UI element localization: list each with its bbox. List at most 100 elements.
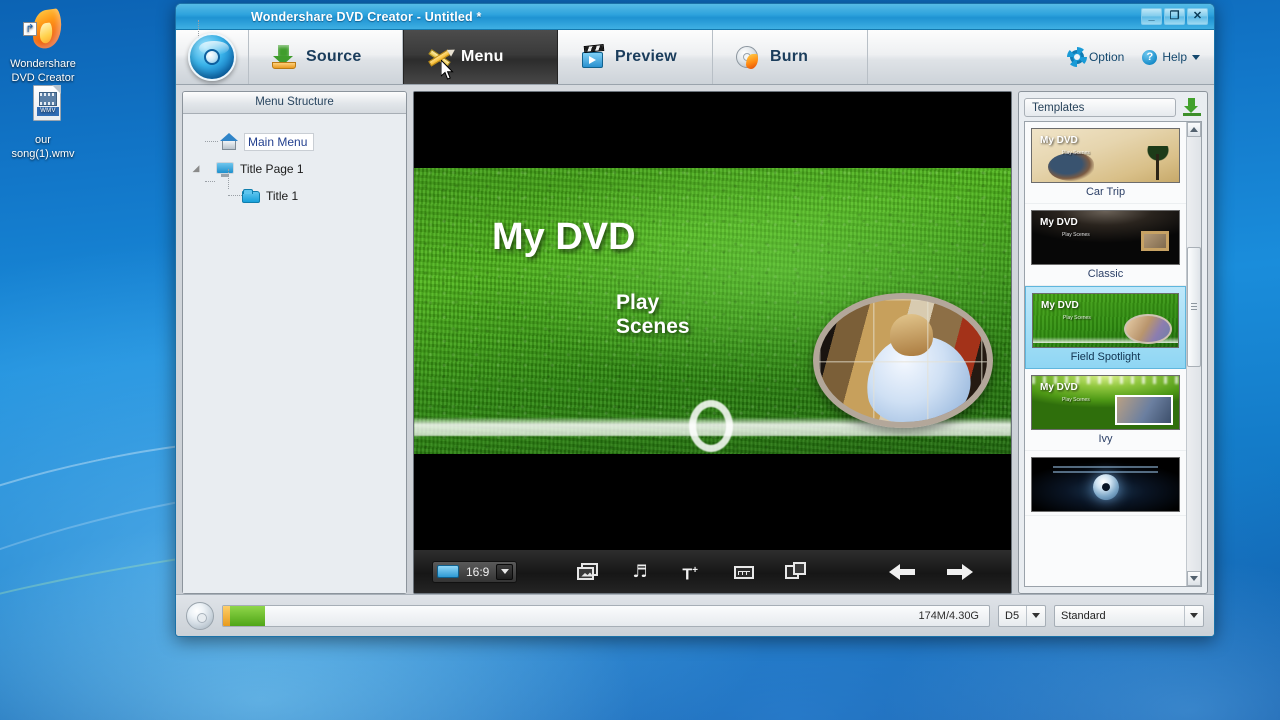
- app-logo: [176, 30, 248, 84]
- disc-type-select[interactable]: D5: [998, 604, 1046, 627]
- template-item-field-spotlight[interactable]: My DVD Play Scenes Field Spotlight: [1025, 286, 1186, 369]
- home-icon: [219, 132, 239, 151]
- tree-item-title-1[interactable]: Title 1: [183, 169, 406, 209]
- window-title: Wondershare DVD Creator - Untitled *: [251, 9, 482, 24]
- thumbnail-subtitle: Play Scenes: [1062, 232, 1090, 238]
- option-label: Option: [1088, 50, 1125, 64]
- minimize-button[interactable]: _: [1141, 8, 1162, 25]
- background-image-icon[interactable]: [577, 562, 599, 582]
- aspect-ratio-value: 16:9: [466, 564, 490, 579]
- tree-item-title-page-1[interactable]: ◢ Title Page 1: [183, 155, 406, 182]
- scrollbar-thumb[interactable]: [1187, 247, 1201, 367]
- arrow-right-icon[interactable]: [947, 563, 973, 580]
- desktop-icon-label-line1: Wondershare: [10, 58, 76, 70]
- add-thumbnail-icon[interactable]: [785, 561, 807, 582]
- thumbnail-subtitle: Play Scenes: [1062, 397, 1090, 403]
- toolbar-right-actions: Option ? Help: [1066, 30, 1214, 84]
- aspect-ratio-selector[interactable]: 16:9: [432, 560, 518, 583]
- collapse-triangle-icon[interactable]: ◢: [187, 163, 205, 174]
- tab-source[interactable]: Source: [248, 30, 403, 84]
- thumbnail-title: My DVD: [1040, 382, 1078, 393]
- quality-select[interactable]: Standard: [1054, 604, 1204, 627]
- tree-item-label: Title Page 1: [240, 161, 304, 176]
- dvd-title-text[interactable]: My DVD: [492, 216, 636, 259]
- menu-canvas[interactable]: My DVD Play Scenes: [414, 92, 1011, 549]
- template-thumbnail: My DVD Play Scenes: [1032, 293, 1179, 348]
- menu-structure-header: Menu Structure: [183, 92, 406, 114]
- screen-icon: [437, 565, 459, 578]
- template-name: Ivy: [1098, 433, 1113, 445]
- gear-icon: [1066, 47, 1087, 67]
- dvd-button-play[interactable]: Play: [616, 291, 659, 315]
- scroll-down-icon[interactable]: [1187, 571, 1201, 586]
- help-button[interactable]: ? Help: [1142, 49, 1200, 65]
- option-button[interactable]: Option: [1066, 47, 1125, 67]
- chevron-down-icon[interactable]: [1026, 605, 1045, 626]
- canvas-toolbar: 16:9 ♬ T+: [414, 549, 1011, 593]
- desktop-icon-wmv-file[interactable]: WMV our song(1).wmv: [0, 84, 98, 161]
- templates-panel: Templates My DVD Play Scenes Car Trip My…: [1018, 91, 1208, 594]
- template-item-car-trip[interactable]: My DVD Play Scenes Car Trip: [1025, 122, 1186, 204]
- templates-scrollbar[interactable]: [1186, 122, 1201, 586]
- desktop-icon-dvd-creator[interactable]: ↱ Wondershare DVD Creator: [0, 8, 98, 85]
- folder-icon: [241, 187, 261, 205]
- help-label: Help: [1162, 50, 1187, 64]
- tab-menu-label: Menu: [461, 48, 504, 65]
- template-name: Car Trip: [1085, 186, 1126, 198]
- tab-menu[interactable]: Menu: [403, 30, 558, 84]
- desktop-icon-label-line2: song(1).wmv: [11, 148, 75, 160]
- video-thumbnail-oval[interactable]: [813, 293, 993, 428]
- tab-preview-label: Preview: [615, 48, 677, 65]
- music-note-icon[interactable]: ♬: [629, 562, 651, 582]
- chevron-down-icon[interactable]: [1184, 605, 1203, 626]
- dvd-button-scenes[interactable]: Scenes: [616, 315, 690, 339]
- tab-burn[interactable]: Burn: [713, 30, 868, 84]
- wondershare-disc-logo: [188, 33, 236, 81]
- arrow-left-icon[interactable]: [889, 563, 915, 580]
- menu-structure-panel: Menu Structure Main Menu ◢ Title Page 1 …: [182, 20, 407, 594]
- tab-source-label: Source: [306, 48, 362, 65]
- templates-title: Templates: [1024, 97, 1176, 117]
- window-controls: _ ❐ ✕: [1141, 8, 1208, 25]
- capacity-text: 174M/4.30G: [918, 609, 979, 622]
- wmv-badge: WMV: [37, 107, 59, 116]
- template-item-classic[interactable]: My DVD Play Scenes Classic: [1025, 204, 1186, 286]
- disc-flame-icon: [735, 44, 761, 70]
- wmv-file-icon: WMV: [20, 84, 66, 130]
- template-thumbnail: My DVD Play Scenes: [1031, 210, 1180, 265]
- tree-item-main-menu[interactable]: Main Menu: [183, 128, 406, 155]
- thumbnail-subtitle: Play Scenes: [1063, 315, 1091, 321]
- button-layout-icon[interactable]: [733, 562, 755, 582]
- template-thumbnail: [1031, 457, 1180, 512]
- thumbnail-subtitle: Play Scenes: [1062, 150, 1090, 156]
- thumbnail-title: My DVD: [1040, 135, 1078, 146]
- status-bar: 174M/4.30G D5 Standard: [176, 594, 1214, 636]
- menu-preview-panel: My DVD Play Scenes 16:9 ♬ T+: [413, 91, 1012, 594]
- quality-value: Standard: [1061, 609, 1106, 622]
- monitor-icon: [215, 160, 235, 178]
- template-thumbnail: My DVD Play Scenes: [1031, 375, 1180, 430]
- templates-header: Templates: [1019, 92, 1207, 121]
- scroll-up-icon[interactable]: [1187, 122, 1201, 137]
- close-button[interactable]: ✕: [1187, 8, 1208, 25]
- field-center-circle: [688, 400, 733, 452]
- download-templates-icon[interactable]: [1182, 97, 1202, 117]
- template-item-disc[interactable]: [1025, 451, 1186, 516]
- tab-preview[interactable]: Preview: [558, 30, 713, 84]
- template-thumbnail: My DVD Play Scenes: [1031, 128, 1180, 183]
- capacity-fill: [223, 605, 265, 626]
- aspect-ratio-dropdown-arrow[interactable]: [496, 563, 514, 580]
- desktop-icon-label-line1: our: [35, 134, 51, 146]
- maximize-button[interactable]: ❐: [1164, 8, 1185, 25]
- download-arrow-icon: [271, 44, 297, 70]
- application-window: Wondershare DVD Creator - Untitled * _ ❐…: [175, 3, 1215, 637]
- chevron-down-icon: [1192, 54, 1200, 60]
- desktop: ↱ Wondershare DVD Creator WMV our song(1…: [0, 0, 1280, 720]
- main-toolbar: Source Menu Preview Burn Option ? Help: [176, 30, 1214, 85]
- template-item-ivy[interactable]: My DVD Play Scenes Ivy: [1025, 369, 1186, 451]
- scrollbar-track[interactable]: [1187, 137, 1201, 571]
- window-titlebar[interactable]: Wondershare DVD Creator - Untitled * _ ❐…: [176, 4, 1214, 30]
- add-text-icon[interactable]: T+: [681, 562, 703, 583]
- thumbnail-title: My DVD: [1040, 217, 1078, 228]
- canvas-tool-buttons: ♬ T+: [577, 561, 807, 583]
